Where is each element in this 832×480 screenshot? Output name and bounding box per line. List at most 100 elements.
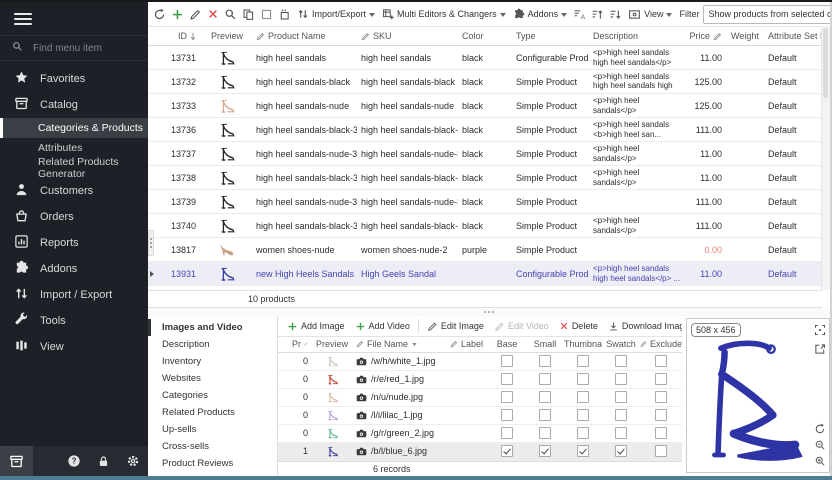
- category-filter-select[interactable]: Show products from selected categories: [703, 5, 830, 24]
- thumbnail-checkbox[interactable]: [577, 391, 589, 403]
- table-row[interactable]: 13739 high heel: [148, 190, 830, 214]
- delete-image-button[interactable]: Delete: [555, 316, 602, 336]
- image-row[interactable]: 0: [278, 371, 682, 389]
- exclude-checkbox[interactable]: [655, 427, 667, 439]
- edit-video-button[interactable]: Edit Video: [490, 316, 553, 336]
- table-row[interactable]: 13740 high heel: [148, 214, 830, 238]
- sidebar-item-related-products-generator[interactable]: Related Products Generator: [0, 158, 148, 178]
- small-checkbox[interactable]: [539, 355, 551, 367]
- column-header-color[interactable]: Color: [458, 31, 512, 41]
- sidebar-item-orders[interactable]: Orders: [0, 204, 148, 230]
- image-row[interactable]: 0: [278, 389, 682, 407]
- thumbnail-checkbox[interactable]: [577, 445, 589, 457]
- small-checkbox[interactable]: [539, 373, 551, 385]
- zoom-in-icon[interactable]: [814, 455, 826, 467]
- image-row[interactable]: 0: [278, 353, 682, 371]
- column-header-base[interactable]: Base: [488, 339, 526, 349]
- column-header-sku[interactable]: SKU: [357, 31, 458, 41]
- column-header-exclude[interactable]: Exclude: [640, 339, 682, 349]
- swatch-checkbox[interactable]: [615, 427, 627, 439]
- base-checkbox[interactable]: [501, 427, 513, 439]
- panel-tab[interactable]: Images and Video: [148, 319, 277, 336]
- panel-tab[interactable]: Cross-sells: [148, 438, 277, 455]
- panel-tab[interactable]: Description: [148, 336, 277, 353]
- thumbnail-checkbox[interactable]: [577, 373, 589, 385]
- exclude-checkbox[interactable]: [655, 373, 667, 385]
- column-header-label[interactable]: Label: [446, 339, 488, 349]
- sidebar-item-view[interactable]: View: [0, 334, 148, 360]
- column-header-type[interactable]: Type: [512, 31, 589, 41]
- column-header-small[interactable]: Small: [526, 339, 564, 349]
- search-input[interactable]: [31, 42, 135, 55]
- table-row[interactable]: 13732 high heel: [148, 70, 830, 94]
- column-header-product-name[interactable]: Product Name: [252, 31, 357, 41]
- column-header-swatch[interactable]: Swatch: [602, 339, 640, 349]
- column-header-price[interactable]: Price: [682, 31, 727, 41]
- search-icon[interactable]: [222, 4, 239, 24]
- sidebar-item-customers[interactable]: Customers: [0, 178, 148, 204]
- rotate-icon[interactable]: [814, 423, 826, 435]
- image-row[interactable]: 0: [278, 425, 682, 443]
- table-row[interactable]: 13731 high heel: [148, 46, 830, 70]
- view-menu[interactable]: View: [625, 4, 675, 24]
- panel-tab[interactable]: Up-sells: [148, 421, 277, 438]
- image-row[interactable]: 1: [278, 443, 682, 461]
- sidebar-item-tools[interactable]: Tools: [0, 308, 148, 334]
- table-row[interactable]: 13733 high heel: [148, 94, 830, 118]
- swatch-checkbox[interactable]: [615, 409, 627, 421]
- exclude-checkbox[interactable]: [655, 409, 667, 421]
- thumbnail-checkbox[interactable]: [577, 355, 589, 367]
- swatch-checkbox[interactable]: [615, 355, 627, 367]
- table-row[interactable]: 13931 new High H: [148, 262, 830, 286]
- base-checkbox[interactable]: [501, 391, 513, 403]
- zoom-out-icon[interactable]: [814, 439, 826, 451]
- sidebar-item-import-export[interactable]: Import / Export: [0, 282, 148, 308]
- image-row[interactable]: 0: [278, 407, 682, 425]
- table-row[interactable]: 13817 women shoe: [148, 238, 830, 262]
- base-checkbox[interactable]: [501, 373, 513, 385]
- table-row[interactable]: 13736 high heel: [148, 118, 830, 142]
- swatch-checkbox[interactable]: [615, 373, 627, 385]
- small-checkbox[interactable]: [539, 391, 551, 403]
- small-checkbox[interactable]: [539, 427, 551, 439]
- column-header-weight[interactable]: Weight: [727, 31, 764, 41]
- delete-button[interactable]: [205, 4, 221, 24]
- autofilter-icon[interactable]: A: [571, 4, 588, 24]
- addons-menu[interactable]: Addons: [510, 4, 571, 24]
- clipboard-icon[interactable]: [276, 4, 293, 24]
- panel-tab[interactable]: Related Products: [148, 404, 277, 421]
- column-header-priority[interactable]: Pr: [288, 339, 312, 349]
- import-export-menu[interactable]: Import/Export: [294, 4, 378, 24]
- base-checkbox[interactable]: [501, 409, 513, 421]
- column-header-attribute-set[interactable]: Attribute Set Name: [764, 31, 824, 41]
- edit-image-button[interactable]: Edit Image: [423, 316, 488, 336]
- fit-screen-icon[interactable]: [814, 324, 826, 336]
- sidebar-item-addons[interactable]: Addons: [0, 256, 148, 282]
- panel-tab[interactable]: Inventory: [148, 353, 277, 370]
- sidebar-item-categories-products[interactable]: Categories & Products: [0, 118, 148, 138]
- column-header-file-name[interactable]: File Name: [352, 339, 446, 349]
- swatch-checkbox[interactable]: [615, 445, 627, 457]
- add-video-button[interactable]: Add Video: [351, 316, 414, 336]
- exclude-checkbox[interactable]: [655, 391, 667, 403]
- splitter-handle[interactable]: [148, 230, 154, 256]
- sort-descending-icon[interactable]: [607, 4, 624, 24]
- horizontal-splitter[interactable]: [148, 308, 830, 316]
- column-header-thumbnail[interactable]: Thumbna: [564, 339, 602, 349]
- download-image-button[interactable]: Download Image: [604, 316, 682, 336]
- scrollbar-thumb[interactable]: [823, 28, 828, 98]
- sidebar-item-attributes[interactable]: Attributes: [0, 138, 148, 158]
- gear-icon[interactable]: [126, 454, 140, 468]
- sidebar-item-reports[interactable]: Reports: [0, 230, 148, 256]
- help-icon[interactable]: ?: [67, 454, 81, 468]
- panel-tab[interactable]: Websites: [148, 370, 277, 387]
- sidebar-item-catalog[interactable]: Catalog: [0, 92, 148, 118]
- lock-icon[interactable]: [97, 455, 110, 468]
- column-header-preview[interactable]: Preview: [312, 339, 352, 349]
- column-header-preview[interactable]: Preview: [202, 31, 252, 41]
- multi-editors-menu[interactable]: Multi Editors & Changers: [379, 4, 509, 24]
- table-row[interactable]: 13737 high heel: [148, 142, 830, 166]
- store-button[interactable]: [0, 446, 33, 476]
- base-checkbox[interactable]: [501, 445, 513, 457]
- thumbnail-checkbox[interactable]: [577, 409, 589, 421]
